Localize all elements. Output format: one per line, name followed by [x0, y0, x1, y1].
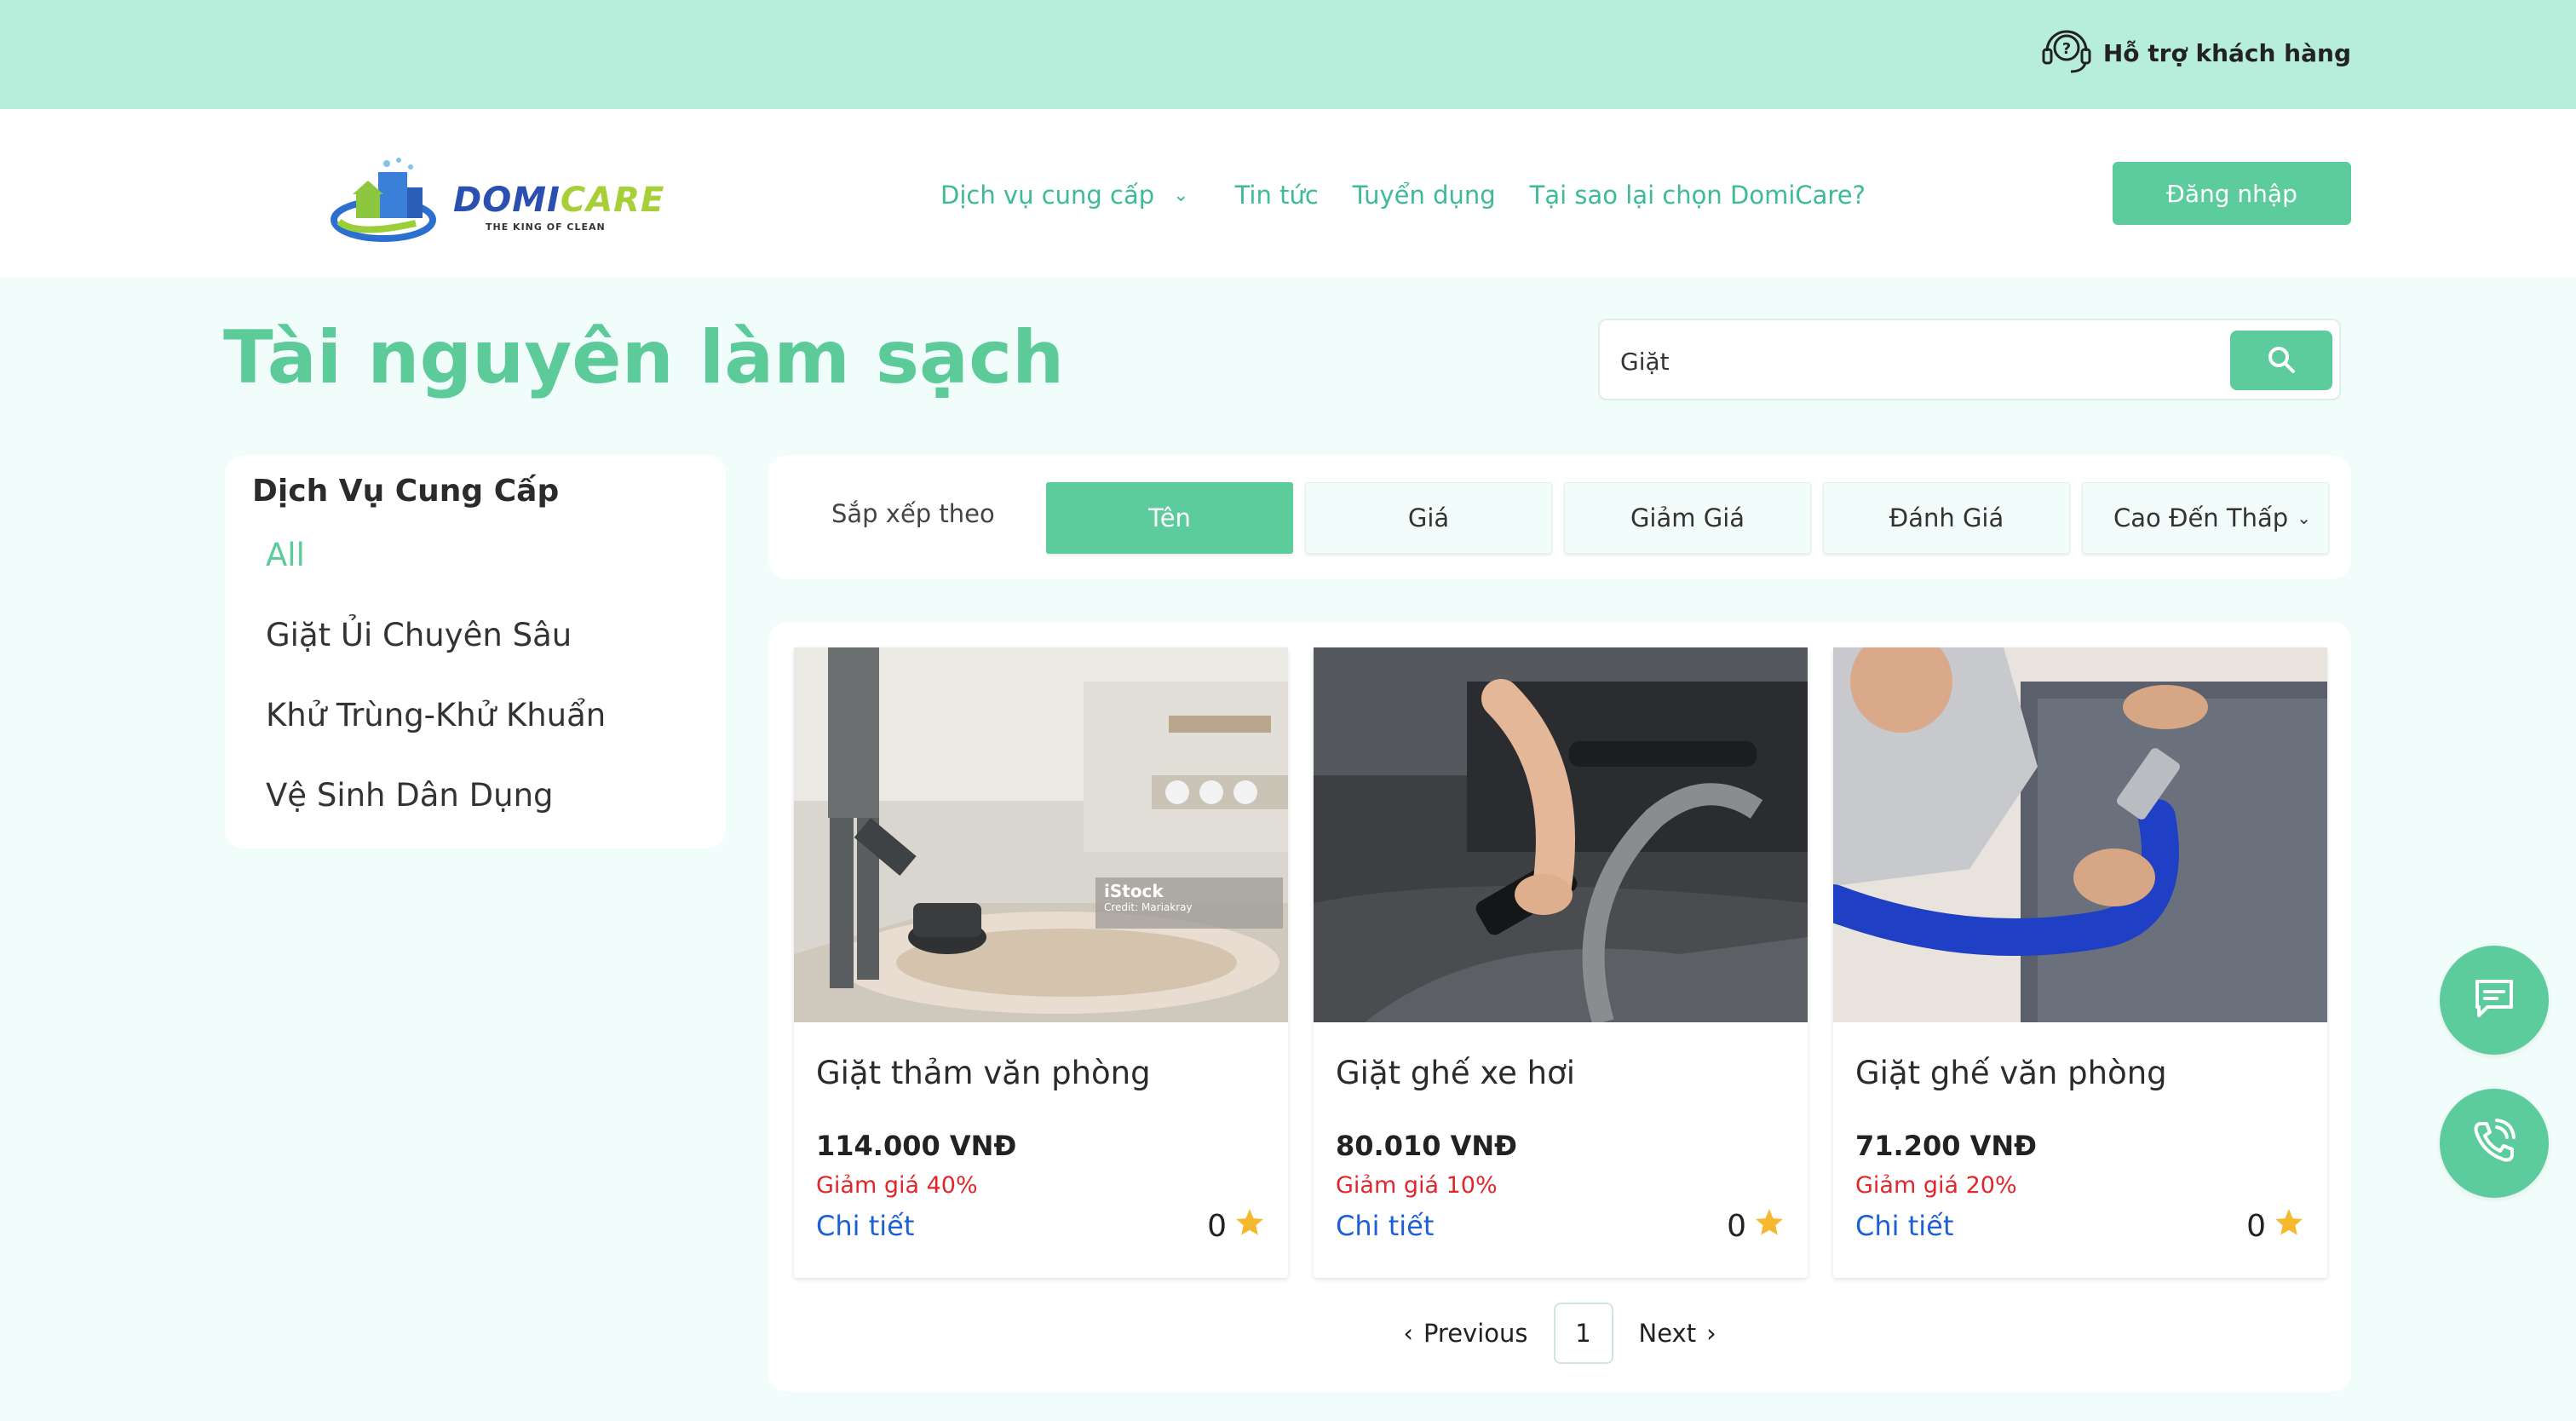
category-deep-laundry[interactable]: Giặt Ủi Chuyên Sâu — [266, 617, 572, 653]
nav-services[interactable]: Dịch vụ cung cấp ⌄ — [940, 181, 1201, 210]
rating-value: 0 — [1727, 1209, 1746, 1244]
sort-by-discount-button[interactable]: Giảm Giá — [1564, 482, 1811, 554]
phone-icon — [2468, 1115, 2521, 1171]
sort-by-rating-button[interactable]: Đánh Giá — [1823, 482, 2070, 554]
previous-page-button[interactable]: ‹ Previous — [1403, 1319, 1527, 1348]
sort-order-select[interactable]: Cao Đến Thấp ⌄ — [2082, 482, 2329, 554]
sort-by-name-button[interactable]: Tên — [1046, 482, 1293, 554]
product-card[interactable]: Giặt ghế văn phòng 71.200 VNĐ Giảm giá 2… — [1833, 647, 2327, 1278]
product-discount: Giảm giá 10% — [1336, 1172, 1498, 1199]
chevron-right-icon: › — [1706, 1319, 1716, 1348]
product-card[interactable]: iStock Credit: Mariakray Giặt thảm văn p… — [794, 647, 1288, 1278]
search-icon — [2266, 344, 2297, 377]
star-icon — [1753, 1206, 1785, 1246]
product-panel: iStock Credit: Mariakray Giặt thảm văn p… — [768, 622, 2351, 1392]
chevron-down-icon: ⌄ — [2297, 508, 2311, 528]
sidebar-title: Dịch Vụ Cung Cấp — [252, 474, 560, 509]
nav-recruitment[interactable]: Tuyển dụng — [1353, 181, 1496, 210]
chat-button[interactable] — [2440, 946, 2549, 1055]
star-icon — [2273, 1206, 2305, 1246]
svg-text:?: ? — [2062, 40, 2071, 58]
category-all[interactable]: All — [266, 537, 305, 573]
domicare-logo[interactable]: DOMICARE THE KING OF CLEAN — [331, 153, 664, 247]
product-detail-link[interactable]: Chi tiết — [1855, 1210, 1953, 1242]
product-detail-link[interactable]: Chi tiết — [1336, 1210, 1434, 1242]
main-nav: Dịch vụ cung cấp ⌄ Tin tức Tuyển dụng Tại… — [940, 174, 1866, 216]
page-title: Tài nguyên làm sạch — [223, 315, 1065, 400]
product-discount: Giảm giá 40% — [816, 1172, 978, 1199]
pagination: ‹ Previous 1 Next › — [768, 1302, 2351, 1365]
product-price: 71.200 VNĐ — [1855, 1130, 2037, 1162]
support-label: Hỗ trợ khách hàng — [2102, 38, 2351, 67]
page-number[interactable]: 1 — [1553, 1303, 1613, 1364]
product-name: Giặt ghế xe hơi — [1336, 1055, 1576, 1091]
chevron-down-icon: ⌄ — [1173, 184, 1189, 206]
logo-tagline: THE KING OF CLEAN — [486, 221, 606, 233]
nav-why-domicare[interactable]: Tại sao lại chọn DomiCare? — [1530, 181, 1866, 210]
search-box — [1598, 319, 2341, 400]
search-input[interactable] — [1620, 336, 2182, 387]
product-image: iStock Credit: Mariakray — [794, 647, 1288, 1022]
product-discount: Giảm giá 20% — [1855, 1172, 2017, 1199]
image-credit: Credit: Mariakray — [1104, 901, 1193, 913]
sort-label: Sắp xếp theo — [831, 499, 995, 528]
product-rating: 0 — [2246, 1206, 2305, 1246]
product-card[interactable]: Giặt ghế xe hơi 80.010 VNĐ Giảm giá 10% … — [1314, 647, 1808, 1278]
next-page-button[interactable]: Next › — [1639, 1319, 1716, 1348]
product-rating: 0 — [1727, 1206, 1785, 1246]
logo-text: DOMICARE — [453, 181, 665, 220]
login-button[interactable]: Đăng nhập — [2113, 162, 2351, 225]
sort-bar: Sắp xếp theo Tên Giá Giảm Giá Đánh Giá C… — [768, 455, 2351, 579]
phone-button[interactable] — [2440, 1089, 2549, 1198]
headset-question-icon: ? — [2038, 22, 2095, 84]
search-button[interactable] — [2230, 331, 2332, 390]
product-name: Giặt thảm văn phòng — [816, 1055, 1151, 1091]
category-disinfection[interactable]: Khử Trùng-Khử Khuẩn — [266, 697, 606, 734]
rating-value: 0 — [2246, 1209, 2266, 1244]
product-name: Giặt ghế văn phòng — [1855, 1055, 2167, 1091]
category-sidebar: Dịch Vụ Cung Cấp All Giặt Ủi Chuyên Sâu … — [225, 455, 726, 849]
product-image — [1833, 647, 2327, 1022]
top-bar: ? Hỗ trợ khách hàng — [0, 0, 2576, 109]
image-watermark: iStock — [1104, 881, 1164, 901]
main-header: DOMICARE THE KING OF CLEAN Dịch vụ cung … — [0, 109, 2576, 278]
product-price: 114.000 VNĐ — [816, 1130, 1017, 1162]
product-detail-link[interactable]: Chi tiết — [816, 1210, 914, 1242]
product-rating: 0 — [1207, 1206, 1266, 1246]
sort-order-value: Cao Đến Thấp — [2113, 503, 2289, 532]
chat-icon — [2469, 973, 2520, 1027]
sort-by-price-button[interactable]: Giá — [1305, 482, 1552, 554]
category-household-cleaning[interactable]: Vệ Sinh Dân Dụng — [266, 777, 554, 814]
product-image — [1314, 647, 1808, 1022]
nav-news[interactable]: Tin tức — [1235, 181, 1319, 210]
product-price: 80.010 VNĐ — [1336, 1130, 1517, 1162]
star-icon — [1233, 1206, 1266, 1246]
rating-value: 0 — [1207, 1209, 1227, 1244]
customer-support-link[interactable]: ? Hỗ trợ khách hàng — [2038, 26, 2351, 80]
chevron-left-icon: ‹ — [1403, 1319, 1413, 1348]
